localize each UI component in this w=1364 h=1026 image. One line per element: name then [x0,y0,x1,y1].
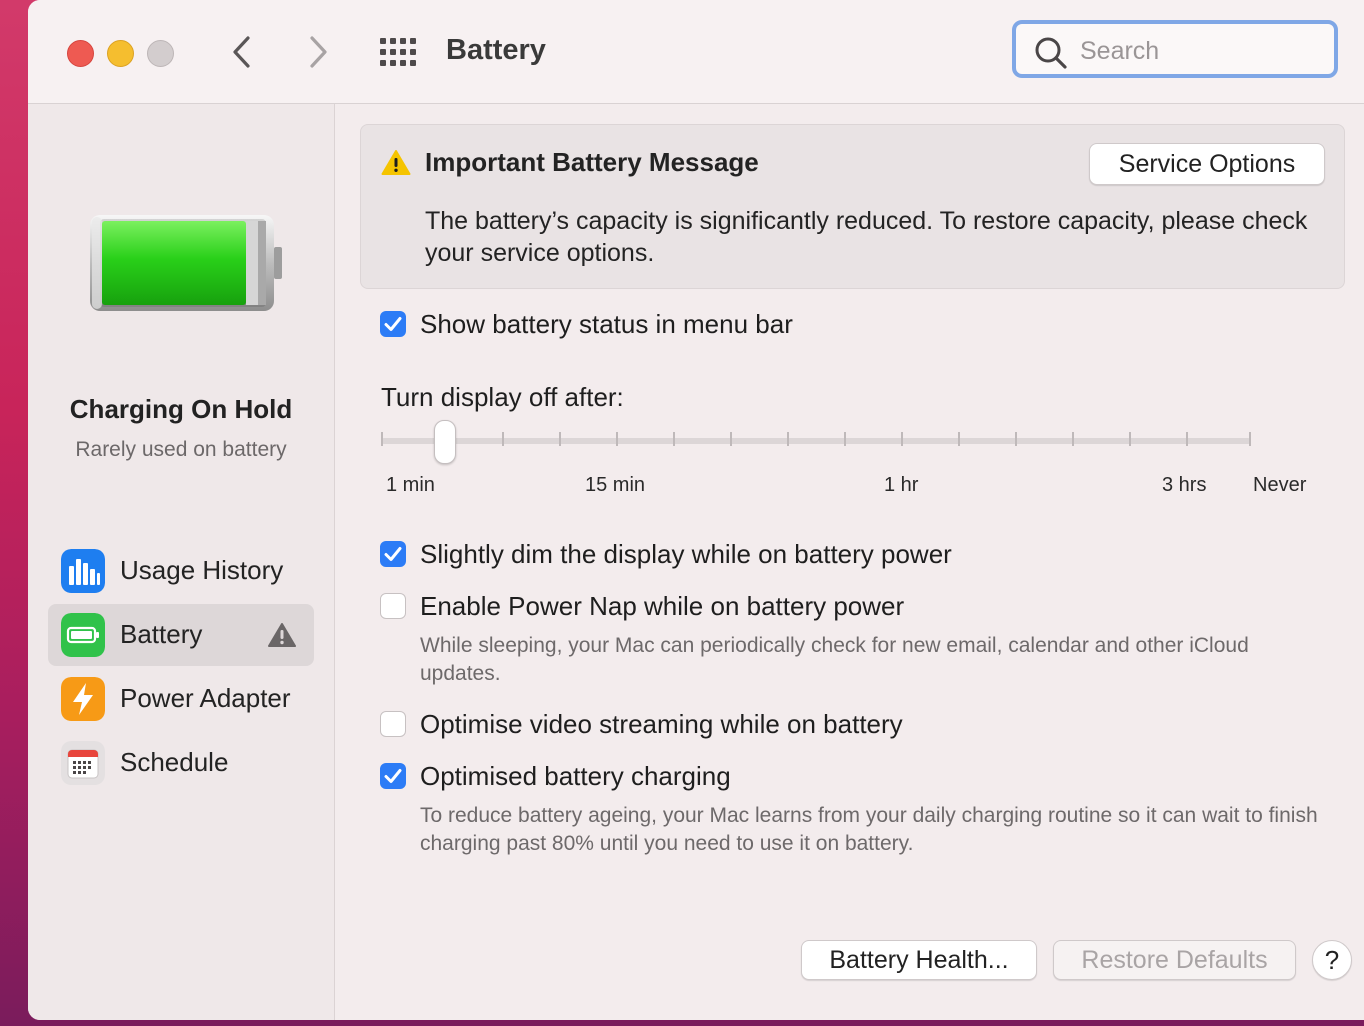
chevron-right-icon [310,36,327,68]
titlebar: Battery [28,0,1364,104]
warning-icon [268,623,296,647]
battery-status-subtitle: Rarely used on battery [75,438,287,461]
battery-health-button[interactable]: Battery Health... [801,940,1037,980]
optimised-charging-checkbox[interactable] [380,763,406,789]
back-button[interactable] [224,32,260,72]
sidebar-item-schedule[interactable]: Schedule [48,732,314,794]
slider-tick [1249,432,1251,446]
slider-tick [673,432,675,446]
forward-button[interactable] [300,32,336,72]
zoom-button[interactable] [147,40,174,67]
help-button[interactable]: ? [1312,940,1352,980]
sidebar-item-label: Schedule [120,747,229,777]
optimised-charging-help-text: To reduce battery ageing, your Mac learn… [420,804,1318,855]
slider-tick [730,432,732,446]
close-button[interactable] [67,40,94,67]
display-off-label: Turn display off after: [381,382,624,412]
search-icon [1035,37,1067,69]
chevron-left-icon [233,36,250,68]
tick-label-never: Never [1253,474,1307,496]
sidebar-item-label: Battery [120,619,203,649]
slider-tick [901,432,903,446]
power-nap-checkbox[interactable] [380,593,406,619]
slider-tick [1015,432,1017,446]
sidebar-item-usage-history[interactable]: Usage History [48,540,314,602]
slider-tick [1129,432,1131,446]
tick-label-1-min: 1 min [386,474,435,496]
slider-tick [787,432,789,446]
preferences-window: Battery Search Charging On Hold Rarely u… [28,0,1364,1020]
tick-label-3-hrs: 3 hrs [1162,474,1207,496]
slider-tick [502,432,504,446]
slider-tick [958,432,960,446]
battery-settings-pane: Important Battery Message The battery’s … [335,104,1364,1020]
battery-status-title: Charging On Hold [69,394,293,424]
checkmark-icon [384,769,402,783]
slider-track[interactable] [381,438,1251,444]
search-field[interactable] [1012,20,1338,78]
slider-tick [1072,432,1074,446]
slider-knob[interactable] [434,420,456,464]
dim-display-checkbox[interactable] [380,541,406,567]
tick-label-15-min: 15 min [585,474,646,496]
calendar-icon [61,741,105,785]
slider-tick [381,432,383,446]
warning-icon [381,150,411,175]
battery-message-box: Important Battery Message The battery’s … [360,124,1345,289]
dim-display-label: Slightly dim the display while on batter… [420,539,952,569]
lightning-icon [61,677,105,721]
message-title: Important Battery Message [425,147,759,177]
tick-label-1-hr: 1 hr [884,474,919,496]
power-nap-help-text: While sleeping, your Mac can periodicall… [420,634,1249,685]
sidebar: Charging On Hold Rarely used on battery … [28,104,335,1020]
show-all-button[interactable] [378,36,418,68]
grid-icon [380,38,416,66]
restore-defaults-button[interactable]: Restore Defaults [1053,940,1296,980]
video-streaming-label: Optimise video streaming while on batter… [420,709,903,739]
sidebar-item-power-adapter[interactable]: Power Adapter [48,668,314,730]
optimised-charging-label: Optimised battery charging [420,761,731,791]
battery-status-icon [90,215,282,311]
checkmark-icon [384,317,402,331]
slider-tick [616,432,618,446]
power-nap-label: Enable Power Nap while on battery power [420,591,905,621]
slider-tick [844,432,846,446]
window-title: Battery [446,34,546,66]
sidebar-item-label: Power Adapter [120,683,291,713]
show-battery-status-checkbox[interactable] [380,311,406,337]
slider-tick [559,432,561,446]
video-streaming-checkbox[interactable] [380,711,406,737]
bar-chart-icon [61,549,105,593]
sidebar-item-label: Usage History [120,555,284,585]
slider-tick [1186,432,1188,446]
battery-icon [61,613,105,657]
show-battery-status-label: Show battery status in menu bar [420,309,793,339]
service-options-button[interactable]: Service Options [1089,143,1325,185]
sidebar-item-battery[interactable]: Battery [48,604,314,666]
checkmark-icon [384,547,402,561]
message-body: The battery’s capacity is significantly … [425,207,1308,267]
search-input[interactable] [1078,32,1322,70]
minimize-button[interactable] [107,40,134,67]
